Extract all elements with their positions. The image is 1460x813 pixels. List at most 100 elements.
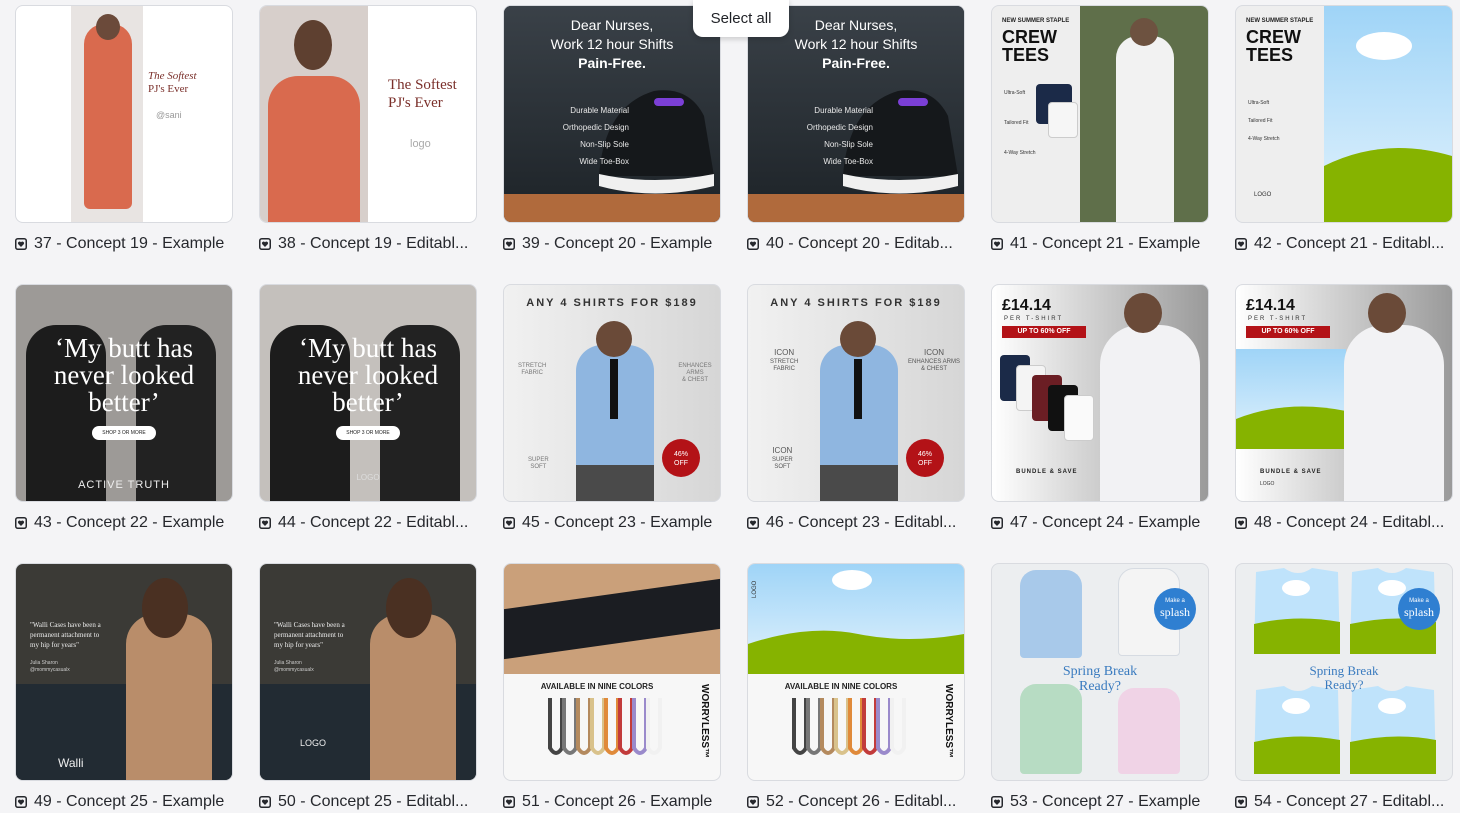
design-card[interactable]: £14.14 PER T-SHIRT UP TO 60% OFF BUNDLE … (991, 284, 1209, 534)
logo-placeholder: LOGO (300, 738, 327, 748)
design-thumbnail[interactable]: £14.14 PER T-SHIRT UP TO 60% OFF BUNDLE … (991, 284, 1209, 502)
design-title[interactable]: 47 - Concept 24 - Example (991, 512, 1209, 534)
design-card[interactable]: LOGO AVAILABLE IN NINE COLORS WORRYLESS™… (747, 563, 965, 813)
headline-1: ‘My butt has (299, 333, 437, 363)
design-thumbnail[interactable]: ANY 4 SHIRTS FOR $189 STRETCH FABRIC ENH… (503, 284, 721, 502)
heart-template-icon (747, 517, 759, 529)
headline-1: CREW (1002, 27, 1057, 47)
bundle-caption: BUNDLE & SAVE (1260, 469, 1322, 475)
design-card[interactable]: NEW SUMMER STAPLE CREW TEES Ultra-Soft T… (1235, 5, 1453, 255)
headline-3: Pain-Free. (822, 55, 890, 71)
heart-template-icon (1235, 517, 1247, 529)
price: £14.14 (1246, 297, 1295, 314)
design-title[interactable]: 54 - Concept 27 - Editabl... (1235, 791, 1453, 813)
design-card[interactable]: £14.14 PER T-SHIRT UP TO 60% OFF BUNDLE … (1235, 284, 1453, 534)
design-title[interactable]: 39 - Concept 20 - Example (503, 233, 721, 255)
design-card[interactable]: Make a splash Spring Break Ready? 54 - Con… (1235, 563, 1453, 813)
feature-3-line-2: SOFT (530, 464, 547, 470)
logo-placeholder: LOGO (1254, 192, 1272, 198)
design-thumbnail[interactable]: NEW SUMMER STAPLE CREW TEES Ultra-Soft T… (1235, 5, 1453, 223)
headline-2: Work 12 hour Shifts (550, 36, 674, 52)
design-card[interactable]: AVAILABLE IN NINE COLORS WORRYLESS™ 51 -… (503, 563, 721, 813)
design-thumbnail[interactable]: The Softest PJ's Ever logo (259, 5, 477, 223)
heart-template-icon (259, 517, 271, 529)
design-thumbnail[interactable]: LOGO AVAILABLE IN NINE COLORS WORRYLESS™ (747, 563, 965, 781)
headline-3: Pain-Free. (578, 55, 646, 71)
select-all-button[interactable]: Select all (693, 0, 789, 37)
headline-2: Work 12 hour Shifts (794, 36, 918, 52)
design-thumbnail[interactable]: Dear Nurses, Work 12 hour Shifts Pain-Fr… (747, 5, 965, 223)
design-title[interactable]: 41 - Concept 21 - Example (991, 233, 1209, 255)
placeholder-landscape (748, 564, 964, 674)
design-thumbnail[interactable]: Make a splash Spring Break Ready? (1235, 563, 1453, 781)
model-image (84, 24, 132, 209)
design-card[interactable]: The Softest PJ's Ever logo 38 - Concept … (259, 5, 477, 255)
design-title[interactable]: 44 - Concept 22 - Editabl... (259, 512, 477, 534)
brand-logo: Walli (58, 756, 84, 770)
design-card[interactable]: NEW SUMMER STAPLE CREW TEES Ultra-Soft T… (991, 5, 1209, 255)
design-title[interactable]: 37 - Concept 19 - Example (15, 233, 233, 255)
design-thumbnail[interactable]: NEW SUMMER STAPLE CREW TEES Ultra-Soft T… (991, 5, 1209, 223)
headline: Spring Break Ready? (1309, 663, 1379, 692)
price: £14.14 (1002, 297, 1051, 314)
design-title[interactable]: 46 - Concept 23 - Editabl... (747, 512, 965, 534)
headline-1: The Softest (388, 77, 457, 93)
design-card[interactable]: "Walli Cases have been a permanent attac… (15, 563, 233, 813)
design-thumbnail[interactable]: £14.14 PER T-SHIRT UP TO 60% OFF BUNDLE … (1235, 284, 1453, 502)
design-title[interactable]: 42 - Concept 21 - Editabl... (1235, 233, 1453, 255)
headline-2: PJ's Ever (388, 95, 443, 111)
headline-2: never looked (297, 360, 439, 390)
model-image (126, 614, 212, 780)
design-thumbnail[interactable]: AVAILABLE IN NINE COLORS WORRYLESS™ (503, 563, 721, 781)
headline: ANY 4 SHIRTS FOR $189 (526, 297, 698, 309)
design-card[interactable]: ANY 4 SHIRTS FOR $189 ICON STRETCH FABRI… (747, 284, 965, 534)
heart-template-icon (503, 796, 515, 808)
heart-template-icon (503, 238, 515, 250)
design-thumbnail[interactable]: ‘My butt has never looked better’ SHOP 3… (259, 284, 477, 502)
design-title[interactable]: 40 - Concept 20 - Editab... (747, 233, 965, 255)
headline-3: better’ (332, 387, 404, 417)
design-card[interactable]: Dear Nurses, Work 12 hour Shifts Pain-Fr… (503, 5, 721, 255)
author-handle: @mommycasualx (30, 667, 70, 673)
headline-2: TEES (1246, 45, 1294, 65)
author-name: Julia Sharon (30, 660, 58, 666)
design-thumbnail[interactable]: Dear Nurses, Work 12 hour Shifts Pain-Fr… (503, 5, 721, 223)
headline-1: ‘My butt has (55, 333, 193, 363)
design-thumbnail[interactable]: ANY 4 SHIRTS FOR $189 ICON STRETCH FABRI… (747, 284, 965, 502)
design-title[interactable]: 43 - Concept 22 - Example (15, 512, 233, 534)
design-thumbnail[interactable]: ‘My butt has never looked better’ SHOP 3… (15, 284, 233, 502)
discount-banner: UP TO 60% OFF (1246, 326, 1330, 338)
design-card[interactable]: Dear Nurses, Work 12 hour Shifts Pain-Fr… (747, 5, 965, 255)
design-card[interactable]: ‘My butt has never looked better’ SHOP 3… (15, 284, 233, 534)
design-title[interactable]: 52 - Concept 26 - Editabl... (747, 791, 965, 813)
heart-template-icon (503, 517, 515, 529)
design-title[interactable]: 49 - Concept 25 - Example (15, 791, 233, 813)
design-thumbnail[interactable]: Make a splash Spring Break Ready? (991, 563, 1209, 781)
feature-3: 4-Way Stretch (1248, 136, 1280, 142)
feature-1: Ultra-Soft (1004, 90, 1026, 96)
design-thumbnail[interactable]: The Softest PJ's Ever @sani (15, 5, 233, 223)
design-thumbnail[interactable]: "Walli Cases have been a permanent attac… (259, 563, 477, 781)
design-title[interactable]: 38 - Concept 19 - Editabl... (259, 233, 477, 255)
product-image (1020, 570, 1082, 658)
logo-placeholder: LOGO (1260, 481, 1275, 487)
design-card[interactable]: The Softest PJ's Ever @sani 37 - Concept… (15, 5, 233, 255)
design-card[interactable]: "Walli Cases have been a permanent attac… (259, 563, 477, 813)
design-card[interactable]: ‘My butt has never looked better’ SHOP 3… (259, 284, 477, 534)
design-title[interactable]: 45 - Concept 23 - Example (503, 512, 721, 534)
design-title[interactable]: 50 - Concept 25 - Editabl... (259, 791, 477, 813)
headline-2: never looked (53, 360, 195, 390)
placeholder-landscape (1236, 349, 1346, 449)
design-card[interactable]: ANY 4 SHIRTS FOR $189 STRETCH FABRIC ENH… (503, 284, 721, 534)
brand-name: WORRYLESS™ (943, 684, 954, 759)
design-card[interactable]: Make a splash Spring Break Ready? 53 - Con… (991, 563, 1209, 813)
headline-1: CREW (1246, 27, 1301, 47)
cta-button: SHOP 3 OR MORE (92, 426, 156, 440)
logo-placeholder: LOGO (356, 473, 380, 482)
heart-template-icon (15, 517, 27, 529)
brand-name: ACTIVE TRUTH (78, 479, 170, 491)
design-thumbnail[interactable]: "Walli Cases have been a permanent attac… (15, 563, 233, 781)
design-title[interactable]: 51 - Concept 26 - Example (503, 791, 721, 813)
design-title[interactable]: 53 - Concept 27 - Example (991, 791, 1209, 813)
design-title[interactable]: 48 - Concept 24 - Editabl... (1235, 512, 1453, 534)
